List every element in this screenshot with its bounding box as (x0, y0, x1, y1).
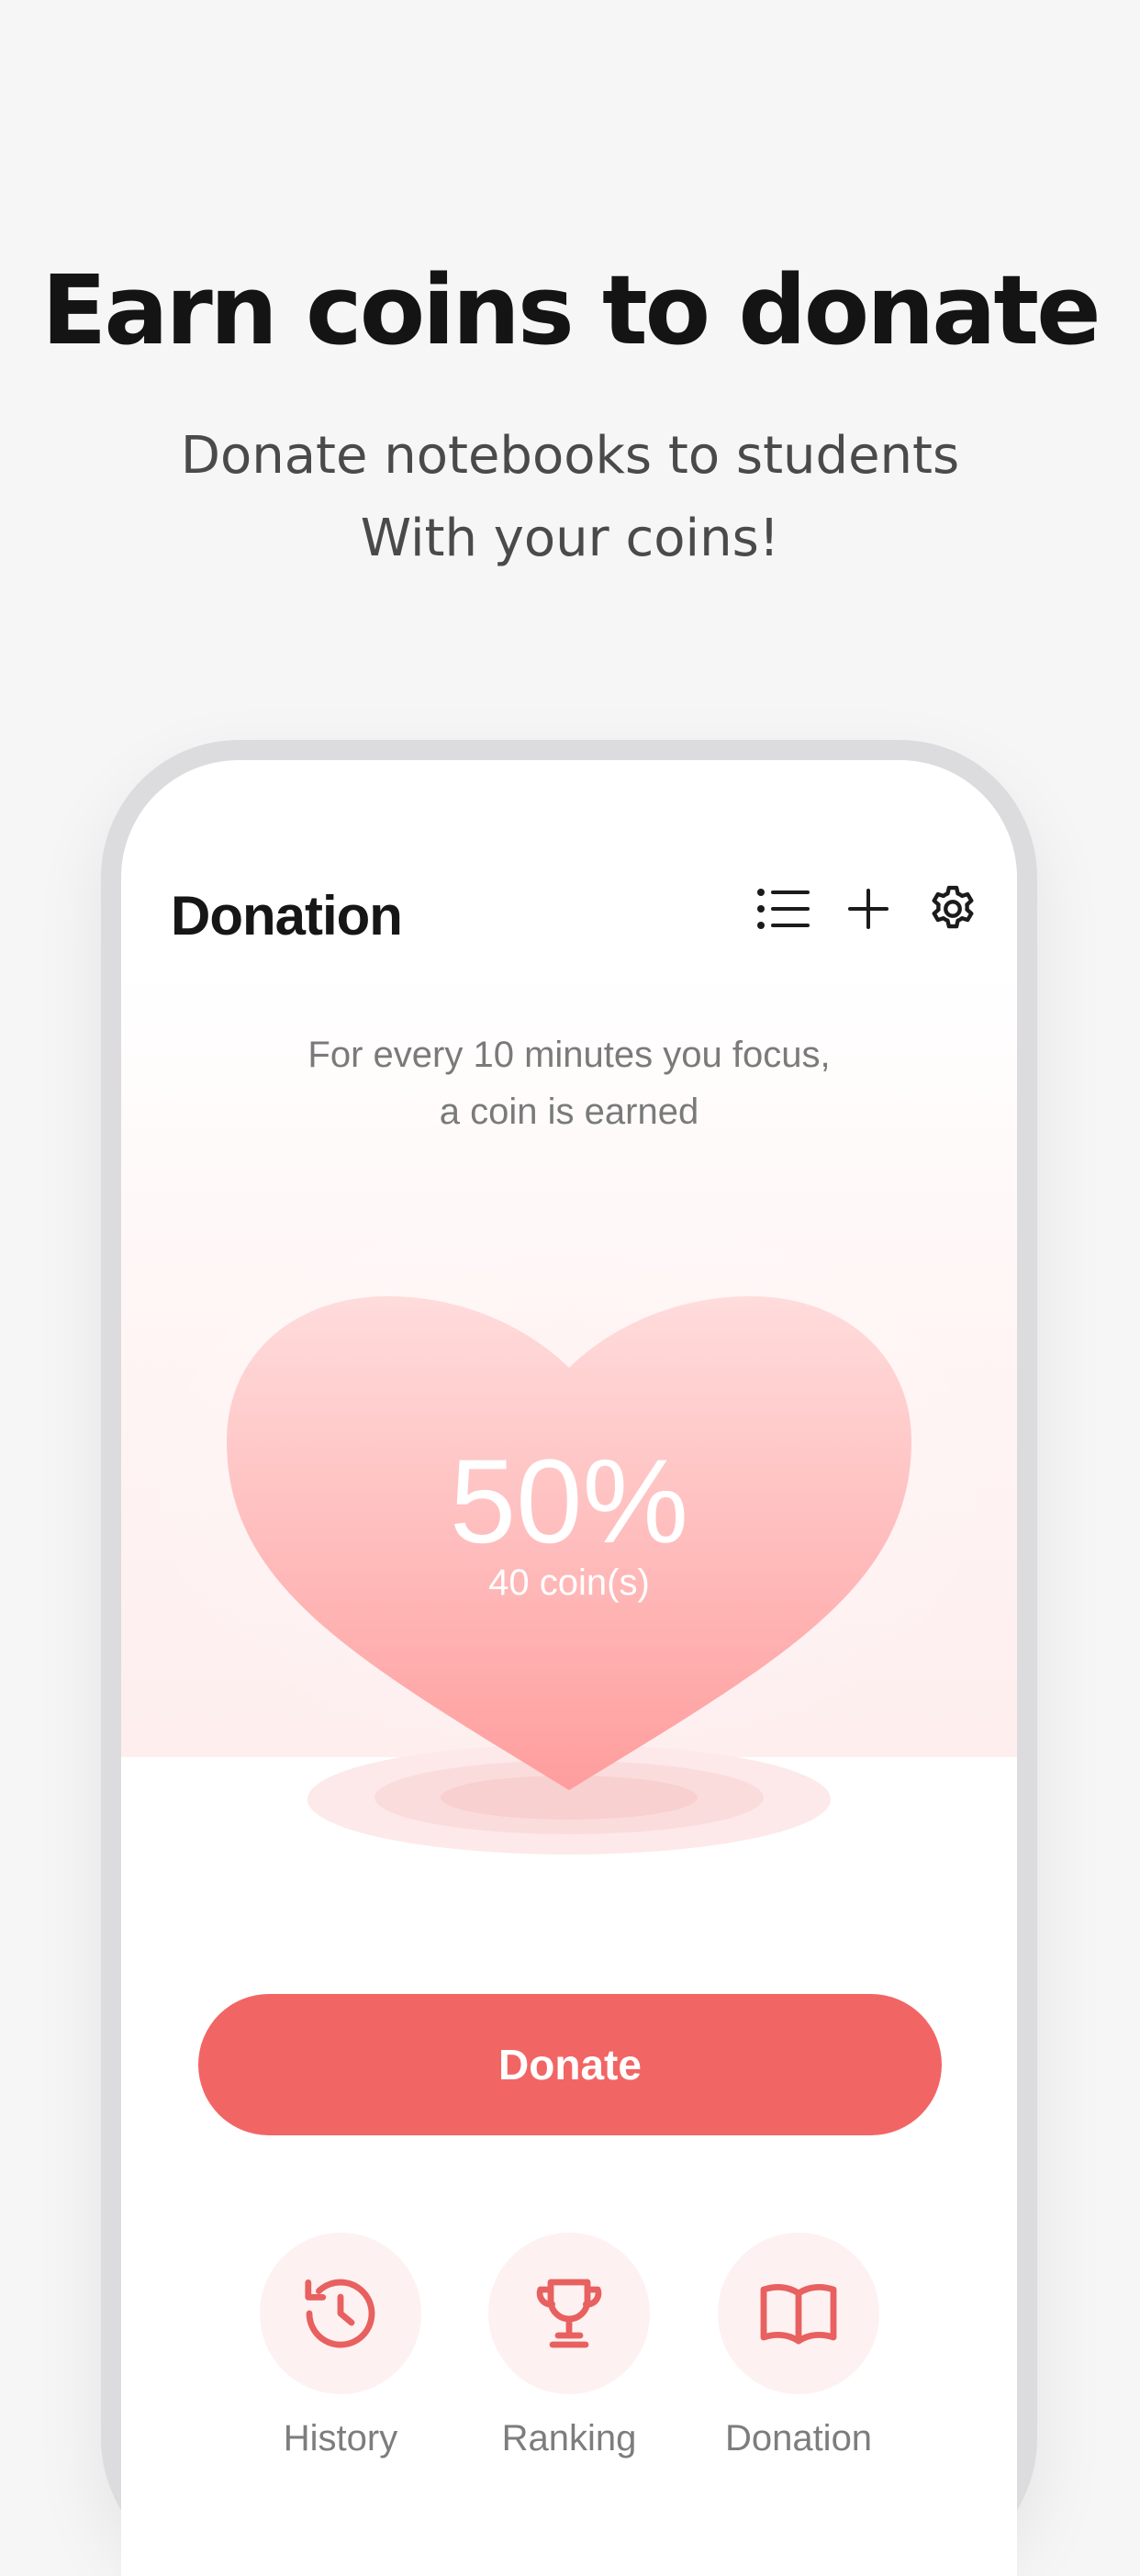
promo-subtitle-line-1: Donate notebooks to students (180, 426, 960, 486)
nav-item-donation[interactable]: Donation (698, 2233, 900, 2464)
phone-screen: Donation For every 10 minutes you focus,… (121, 760, 1017, 2576)
nav-label-history: History (283, 2418, 398, 2458)
nav-item-ranking[interactable]: Ranking (468, 2233, 670, 2464)
info-line-1: For every 10 minutes you focus, (307, 1035, 831, 1075)
info-line-2: a coin is earned (439, 1092, 699, 1132)
nav-ranking-circle[interactable] (488, 2233, 650, 2394)
coin-count: 40 coin(s) (488, 1562, 650, 1603)
nav-label-ranking: Ranking (501, 2418, 637, 2458)
nav-history-circle[interactable] (260, 2233, 421, 2394)
promo-title: Earn coins to donate (41, 254, 1101, 366)
progress-percent: 50% (449, 1434, 689, 1568)
history-icon (305, 2279, 375, 2348)
gear-icon[interactable] (916, 872, 989, 946)
plus-icon[interactable] (832, 872, 905, 946)
book-icon (760, 2283, 837, 2345)
donate-button[interactable]: Donate (198, 1994, 942, 2135)
info-text: For every 10 minutes you focus, a coin i… (121, 1026, 1017, 1140)
nav-label-donation: Donation (724, 2418, 873, 2458)
promo-subtitle-line-2: With your coins! (360, 509, 780, 568)
list-icon[interactable] (747, 872, 821, 946)
trophy-icon (536, 2279, 602, 2348)
nav-item-history[interactable]: History (240, 2233, 441, 2464)
nav-donation-circle[interactable] (718, 2233, 879, 2394)
promo-subtitle: Donate notebooks to students With your c… (0, 415, 1140, 580)
phone-frame: Donation For every 10 minutes you focus,… (101, 740, 1037, 2576)
page-title: Donation (171, 885, 403, 946)
